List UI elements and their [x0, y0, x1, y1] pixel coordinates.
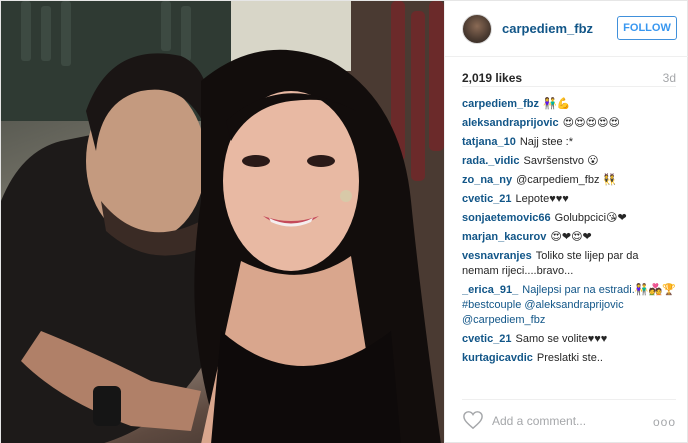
comment-text: Preslatki ste.. [536, 352, 603, 364]
comment-item: aleksandraprijovic 😍😍😍😍😍 [462, 116, 676, 131]
likes-count[interactable]: 2,019 likes [462, 71, 522, 85]
comment-username[interactable]: rada._vidic [462, 155, 519, 167]
comment-item: cvetic_21 Lepote♥♥♥ [462, 192, 676, 207]
photo-illustration [1, 1, 444, 443]
comment-item: kurtagicavdic Preslatki ste.. [462, 351, 676, 366]
comment-username[interactable]: carpediem_fbz [462, 98, 539, 110]
comment-item: cvetic_21 Samo se volite♥♥♥ [462, 332, 676, 347]
comment-text: Najj stee :* [519, 136, 574, 148]
follow-button[interactable]: FOLLOW [617, 16, 677, 40]
comment-username[interactable]: zo_na_ny [462, 174, 512, 186]
username-link[interactable]: carpediem_fbz [502, 21, 593, 36]
comment-item: sonjaetemovic66 Golubpcici😘❤ [462, 211, 676, 226]
comment-text: Savršenstvo 😮 [523, 155, 599, 167]
comment-text: Golubpcici😘❤ [554, 212, 627, 224]
comment-text: Samo se volite♥♥♥ [515, 333, 608, 345]
comment-item: carpediem_fbz 👫💪 [462, 97, 676, 112]
comment-username[interactable]: sonjaetemovic66 [462, 212, 551, 224]
comment-username[interactable]: tatjana_10 [462, 136, 516, 148]
comment-username[interactable]: aleksandraprijovic [462, 117, 559, 129]
post-photo[interactable] [1, 1, 444, 443]
comment-text: 👫💪 [543, 98, 571, 110]
comment-username[interactable]: cvetic_21 [462, 193, 512, 205]
comment-text: @carpediem_fbz 👯 [516, 174, 617, 186]
post-sidebar: carpediem_fbz FOLLOW 2,019 likes 3d carp… [444, 1, 688, 443]
comment-item: zo_na_ny @carpediem_fbz 👯 [462, 173, 676, 188]
comment-item: marjan_kacurov 😍❤😍❤ [462, 230, 676, 245]
comment-text: 😍😍😍😍😍 [562, 117, 620, 129]
comment-item: vesnavranjes Toliko ste lijep par da nema… [462, 249, 676, 279]
post-container: carpediem_fbz FOLLOW 2,019 likes 3d carp… [0, 0, 688, 443]
comment-text: Lepote♥♥♥ [515, 193, 569, 205]
comments-list: carpediem_fbz 👫💪 aleksandraprijovic 😍😍😍😍😍 … [462, 97, 676, 393]
comment-username[interactable]: _erica_91_ [462, 284, 518, 296]
post-header: carpediem_fbz FOLLOW [445, 1, 688, 57]
comment-text: 😍❤😍❤ [550, 231, 592, 243]
heart-icon[interactable] [462, 410, 484, 430]
post-timestamp[interactable]: 3d [663, 71, 676, 85]
comment-item: tatjana_10 Najj stee :* [462, 135, 676, 150]
comment-footer: Add a comment... ooo [462, 399, 676, 439]
more-options-icon[interactable]: ooo [653, 415, 676, 429]
likes-row: 2,019 likes 3d [462, 67, 676, 87]
comment-item: rada._vidic Savršenstvo 😮 [462, 154, 676, 169]
comment-username[interactable]: cvetic_21 [462, 333, 512, 345]
comment-item: _erica_91_ Najlepsi par na estradi.👫💑🏆 #b… [462, 283, 676, 328]
comment-username[interactable]: kurtagicavdic [462, 352, 533, 364]
comment-username[interactable]: marjan_kacurov [462, 231, 546, 243]
comment-username[interactable]: vesnavranjes [462, 250, 532, 262]
avatar[interactable] [462, 14, 492, 44]
comment-input[interactable]: Add a comment... [492, 414, 586, 428]
